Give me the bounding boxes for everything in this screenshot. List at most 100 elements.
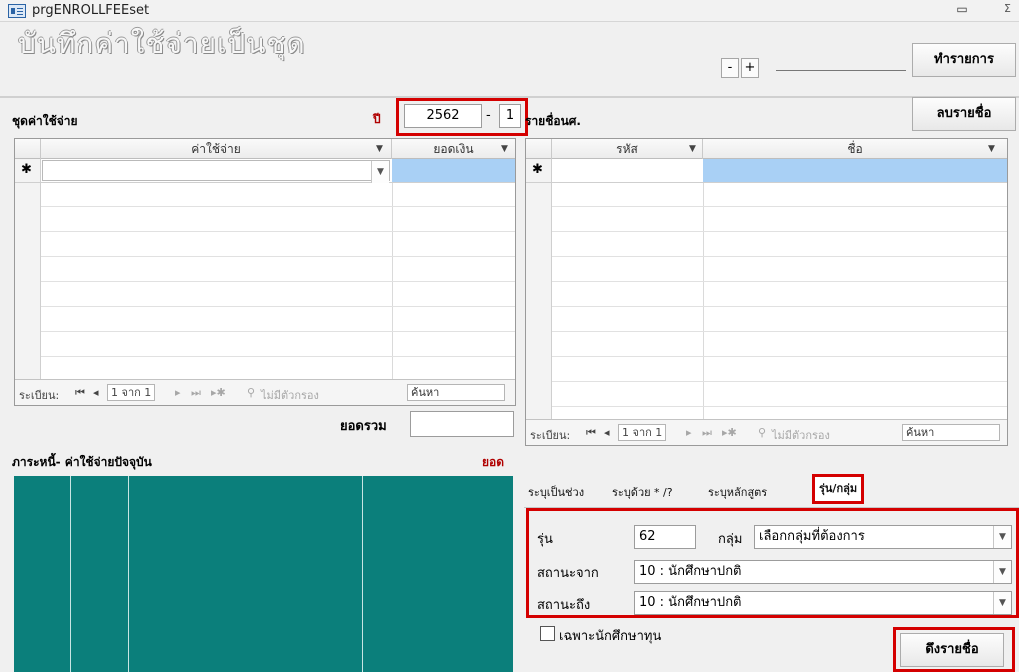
grid-row <box>41 281 515 282</box>
minimize-icon[interactable]: ▭ <box>952 2 972 20</box>
status-from-select[interactable]: 10 : นักศึกษาปกติ ▼ <box>634 560 1012 584</box>
total-field <box>410 411 514 437</box>
chevron-down-icon[interactable]: ▼ <box>993 592 1011 614</box>
grid-row <box>41 231 515 232</box>
group-value: เลือกกลุ่มที่ต้องการ <box>759 529 865 544</box>
grid-row <box>41 306 515 307</box>
record-label: ระเบียน: <box>19 389 60 402</box>
col-expense[interactable]: ค่าใช้จ่าย <box>41 139 392 159</box>
grid-row <box>552 231 1007 232</box>
grid-row <box>552 406 1007 407</box>
nav-plus-button[interactable]: + <box>741 58 759 78</box>
row-selector-column[interactable] <box>526 159 552 419</box>
search-input[interactable]: ค้นหา <box>902 424 1000 441</box>
student-id-cell[interactable] <box>553 159 703 182</box>
tab-batch-group[interactable]: รุ่น/กลุ่ม <box>812 474 865 504</box>
debt-amount-label: ยอด <box>482 455 505 469</box>
title-bar: prgENROLLFEEset ▭ Σ <box>0 0 1019 22</box>
debt-panel <box>14 476 513 672</box>
col-student-id[interactable]: รหัส <box>552 139 703 159</box>
no-filter-button[interactable]: ไม่มีตัวกรอง <box>772 426 830 444</box>
chevron-down-icon[interactable]: ▼ <box>988 139 995 159</box>
group-label: กลุ่ม <box>718 532 743 547</box>
scholarship-only-label: เฉพาะนักศึกษาทุน <box>559 629 662 644</box>
new-record-nav-icon[interactable]: ▸✱ <box>211 386 226 399</box>
chevron-down-icon[interactable]: ▼ <box>501 139 508 159</box>
search-input[interactable]: ค้นหา <box>407 384 505 401</box>
delete-names-button[interactable]: ลบรายชื่อ <box>912 97 1016 131</box>
new-row[interactable]: ✱ <box>526 159 1007 183</box>
year-term-separator: - <box>486 108 491 123</box>
expense-combo[interactable]: ▼ <box>42 160 390 183</box>
new-record-nav-icon[interactable]: ▸✱ <box>722 426 737 439</box>
pull-names-button[interactable]: ดึงรายชื่อ <box>900 633 1004 667</box>
total-label: ยอดรวม <box>340 419 387 434</box>
current-record-box[interactable]: 1 จาก 1 <box>618 424 667 441</box>
record-navigation: ระเบียน: ⏮ ◂ 1 จาก 1 ▸ ⏭ ▸✱ ⚲ ไม่มีตัวกร… <box>526 419 1007 445</box>
chevron-down-icon[interactable]: ▼ <box>376 139 383 159</box>
group-select[interactable]: เลือกกลุ่มที่ต้องการ ▼ <box>754 525 1012 549</box>
last-record-icon[interactable]: ⏭ <box>191 386 201 400</box>
debt-label: ภาระหนี้- ค่าใช้จ่ายปัจจุบัน <box>12 455 152 469</box>
grid-row <box>41 331 515 332</box>
student-header-row: รหัส ▼ ชื่อ ▼ <box>526 139 1007 159</box>
row-selector-column[interactable] <box>15 159 41 379</box>
window-title: prgENROLLFEEset <box>32 3 150 18</box>
status-from-value: 10 : นักศึกษาปกติ <box>639 564 742 579</box>
grid-row <box>552 256 1007 257</box>
prev-record-icon[interactable]: ◂ <box>93 386 99 399</box>
debt-column-divider <box>128 476 129 672</box>
scholarship-only-checkbox[interactable] <box>540 626 555 641</box>
grid-row <box>41 206 515 207</box>
col-student-name[interactable]: ชื่อ <box>703 139 1007 159</box>
record-label: ระเบียน: <box>530 429 571 442</box>
chevron-down-icon[interactable]: ▼ <box>371 161 389 183</box>
chevron-down-icon[interactable]: ▼ <box>993 561 1011 583</box>
expense-datasheet[interactable]: ค่าใช้จ่าย ▼ ยอดเงิน ▼ ✱ ▼ ระเบียน: ⏮ ◂ … <box>14 138 516 406</box>
tab-curriculum[interactable]: ระบุหลักสูตร <box>708 478 767 508</box>
grid-row <box>552 306 1007 307</box>
next-record-icon[interactable]: ▸ <box>175 386 181 399</box>
grid-row <box>41 356 515 357</box>
close-icon[interactable]: Σ <box>1004 2 1018 20</box>
student-list-label: รายชื่อนศ. <box>525 114 581 128</box>
status-to-select[interactable]: 10 : นักศึกษาปกติ ▼ <box>634 591 1012 615</box>
student-datasheet[interactable]: รหัส ▼ ชื่อ ▼ ✱ ระเบียน: ⏮ ◂ 1 จาก 1 ▸ ⏭… <box>525 138 1008 446</box>
col-divider <box>703 183 704 419</box>
last-record-icon[interactable]: ⏭ <box>702 426 712 440</box>
nav-minus-button[interactable]: - <box>721 58 739 78</box>
term-input[interactable]: 1 <box>499 104 521 128</box>
new-row[interactable]: ✱ ▼ <box>15 159 515 183</box>
no-filter-button[interactable]: ไม่มีตัวกรอง <box>261 386 319 404</box>
prev-record-icon[interactable]: ◂ <box>604 426 610 439</box>
first-record-icon[interactable]: ⏮ <box>586 426 596 440</box>
next-record-icon[interactable]: ▸ <box>686 426 692 439</box>
form-title: บันทึกค่าใช้จ่ายเป็นชุด <box>18 27 306 60</box>
grid-row <box>552 381 1007 382</box>
current-record-box[interactable]: 1 จาก 1 <box>107 384 156 401</box>
record-navigation: ระเบียน: ⏮ ◂ 1 จาก 1 ▸ ⏭ ▸✱ ⚲ ไม่มีตัวกร… <box>15 379 515 405</box>
new-record-icon: ✱ <box>532 162 543 177</box>
first-record-icon[interactable]: ⏮ <box>75 386 85 400</box>
tab-range[interactable]: ระบุเป็นช่วง <box>528 478 584 508</box>
debt-column-divider <box>362 476 363 672</box>
do-transaction-button[interactable]: ทำรายการ <box>912 43 1016 77</box>
status-to-label: สถานะถึง <box>537 598 591 613</box>
year-input[interactable]: 2562 <box>404 104 482 128</box>
batch-input[interactable]: 62 <box>634 525 696 549</box>
col-amount[interactable]: ยอดเงิน <box>392 139 515 159</box>
status-from-label: สถานะจาก <box>537 566 599 581</box>
chevron-down-icon[interactable]: ▼ <box>689 139 696 159</box>
amount-cell[interactable] <box>392 159 515 182</box>
filter-icon: ⚲ <box>758 426 767 439</box>
tab-wildcard[interactable]: ระบุด้วย * /? <box>612 478 673 508</box>
grid-row <box>552 281 1007 282</box>
year-label: ปี <box>373 112 381 126</box>
select-all-cell[interactable] <box>526 139 552 159</box>
grid-row <box>552 331 1007 332</box>
grid-row <box>41 256 515 257</box>
status-to-value: 10 : นักศึกษาปกติ <box>639 595 742 610</box>
student-name-cell[interactable] <box>703 159 1007 182</box>
select-all-cell[interactable] <box>15 139 41 159</box>
chevron-down-icon[interactable]: ▼ <box>993 526 1011 548</box>
